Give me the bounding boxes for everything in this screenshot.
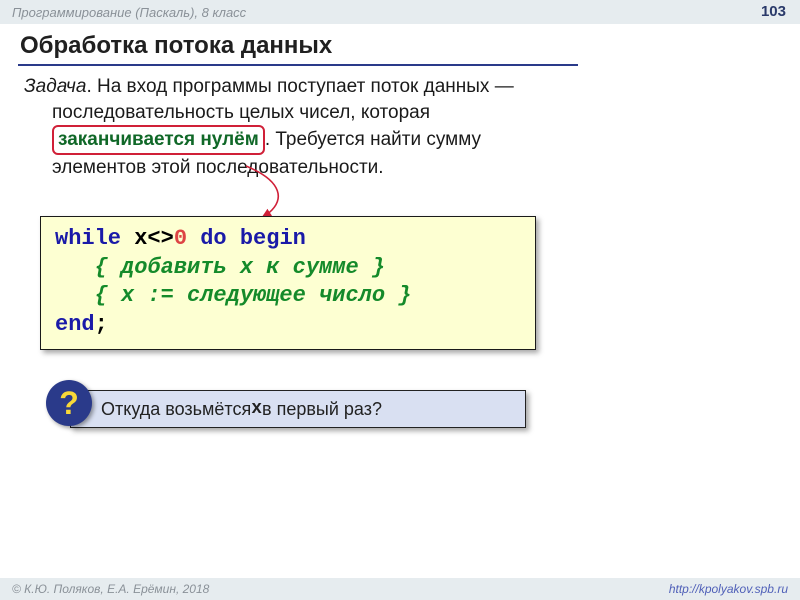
task-line3-wrap: заканчивается нулём. Требуется найти сум… bbox=[24, 129, 481, 150]
footer-url: http://kpolyakov.spb.ru bbox=[669, 582, 788, 596]
code-frag: ; bbox=[95, 312, 108, 337]
title-underline bbox=[18, 64, 578, 66]
task-label: Задача bbox=[24, 76, 86, 97]
code-box: while x<>0 do begin { добавить x к сумме… bbox=[40, 216, 536, 350]
page-title: Обработка потока данных bbox=[20, 32, 332, 60]
question-text-a: Откуда возьмётся bbox=[101, 399, 251, 420]
num-zero: 0 bbox=[174, 226, 187, 251]
task-line4: элементов этой последовательности. bbox=[24, 157, 384, 178]
code-line-4: end; bbox=[55, 311, 521, 340]
kw-while: while bbox=[55, 226, 121, 251]
page-number: 103 bbox=[761, 3, 786, 20]
question-text-b: в первый раз? bbox=[262, 399, 382, 420]
task-line1: . На вход программы поступает поток данн… bbox=[86, 76, 513, 97]
kw-end: end bbox=[55, 312, 95, 337]
code-frag: x<> bbox=[121, 226, 174, 251]
code-line-1: while x<>0 do begin bbox=[55, 225, 521, 254]
question-mark-icon: ? bbox=[46, 380, 92, 426]
question-var-x: x bbox=[251, 399, 262, 419]
task-line3a: . Требуется найти сумму bbox=[265, 129, 481, 150]
code-line-2: { добавить x к сумме } bbox=[55, 254, 521, 283]
copyright-label: © К.Ю. Поляков, Е.А. Ерёмин, 2018 bbox=[12, 582, 209, 596]
footer-bar: © К.Ю. Поляков, Е.А. Ерёмин, 2018 http:/… bbox=[0, 578, 800, 600]
highlight-phrase: заканчивается нулём bbox=[52, 125, 265, 155]
task-text: Задача. На вход программы поступает пото… bbox=[24, 74, 572, 181]
question-box: Откуда возьмётся x в первый раз? bbox=[70, 390, 526, 428]
kw-do-begin: do begin bbox=[187, 226, 306, 251]
course-label: Программирование (Паскаль), 8 класс bbox=[12, 5, 246, 20]
task-line2: последовательность целых чисел, которая bbox=[24, 102, 430, 123]
code-line-3: { x := следующее число } bbox=[55, 282, 521, 311]
header-bar: Программирование (Паскаль), 8 класс 103 bbox=[0, 0, 800, 24]
